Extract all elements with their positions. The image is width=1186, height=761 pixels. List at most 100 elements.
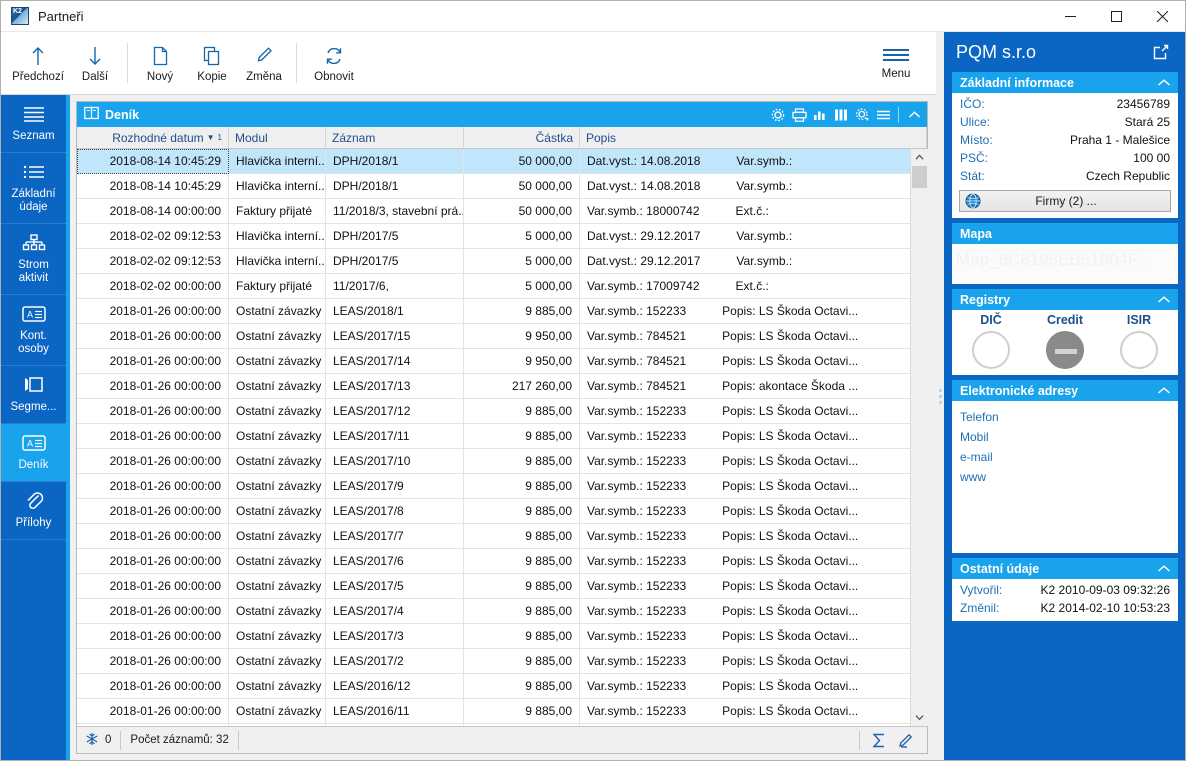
scroll-track[interactable] [911, 166, 928, 709]
chevron-up-icon[interactable] [1152, 72, 1176, 93]
new-button[interactable]: Nový [134, 34, 186, 92]
firmy-button[interactable]: Firmy (2) ... [959, 190, 1171, 212]
section-registry-header[interactable]: Registry [952, 289, 1178, 310]
filter-count: 0 [105, 734, 111, 746]
column-header-modul[interactable]: Modul [229, 127, 326, 148]
cell-popis-secondary: Popis: LS Škoda Octavi... [722, 704, 858, 718]
cell-modul: Hlavička interní... [229, 149, 326, 174]
paperclip-icon [24, 490, 44, 512]
address-www[interactable]: www [960, 467, 1170, 487]
pencil-icon[interactable] [896, 731, 914, 750]
close-button[interactable] [1139, 1, 1185, 32]
sidebar-item-denik[interactable]: A Deník [1, 424, 66, 482]
cell-castka: 9 885,00 [464, 549, 580, 574]
application-window: Partneři Předchozí [0, 0, 1186, 761]
sidebar-item-strom-aktivit[interactable]: Strom aktivit [1, 224, 66, 295]
table-row[interactable]: 2018-08-14 10:45:29Hlavička interní...DP… [77, 174, 910, 199]
section-electronic-addresses: Elektronické adresy Telefon Mobil e-mail… [952, 380, 1178, 553]
column-header-castka[interactable]: Částka [464, 127, 580, 148]
sidebar-item-zakladni-udaje[interactable]: Základní údaje [1, 153, 66, 224]
panel-splitter[interactable] [936, 32, 944, 760]
table-row[interactable]: 2018-01-26 00:00:00Ostatní závazkyLEAS/2… [77, 374, 910, 399]
registry-isir[interactable]: ISIR [1102, 313, 1176, 369]
table-row[interactable]: 2018-01-26 00:00:00Ostatní závazkyLEAS/2… [77, 699, 910, 724]
table-row[interactable]: 2018-01-26 00:00:00Ostatní závazkyLEAS/2… [77, 399, 910, 424]
cell-popis-primary: Var.symb.: 17009742 [587, 279, 700, 293]
registry-credit[interactable]: Credit [1028, 313, 1102, 369]
section-other-data-header[interactable]: Ostatní údaje [952, 558, 1178, 579]
table-row[interactable]: 2018-01-26 00:00:00Ostatní závazkyLEAS/2… [77, 524, 910, 549]
scroll-thumb[interactable] [912, 166, 927, 188]
column-header-zaznam[interactable]: Záznam [326, 127, 464, 148]
section-electronic-addresses-header[interactable]: Elektronické adresy [952, 380, 1178, 401]
chevron-up-icon[interactable] [1152, 558, 1176, 579]
table-row[interactable]: 2018-01-26 00:00:00Ostatní závazkyLEAS/2… [77, 624, 910, 649]
table-row[interactable]: 2018-02-02 00:00:00Faktury přijaté11/201… [77, 274, 910, 299]
sigma-icon[interactable] [870, 731, 888, 750]
field-label: Ulice: [960, 115, 990, 129]
chevron-up-icon[interactable] [1152, 380, 1176, 401]
chevron-up-icon[interactable] [1152, 289, 1176, 310]
section-basic-info-header[interactable]: Základní informace [952, 72, 1178, 93]
table-row[interactable]: 2018-01-26 00:00:00Ostatní závazkyLEAS/2… [77, 474, 910, 499]
cell-modul: Hlavička interní... [229, 224, 326, 249]
address-mobil[interactable]: Mobil [960, 427, 1170, 447]
table-row[interactable]: 2018-01-26 00:00:00Ostatní závazkyLEAS/2… [77, 449, 910, 474]
field-psc: PSČ: 100 00 [958, 149, 1172, 167]
menu-button[interactable]: Menu [870, 35, 922, 91]
column-header-popis[interactable]: Popis [580, 127, 927, 148]
external-link-icon[interactable] [1150, 41, 1172, 63]
bar-chart-icon[interactable] [811, 105, 829, 125]
map-preview[interactable]: Map_8C8195EB51804F... [952, 244, 1178, 284]
table-row[interactable]: 2018-01-26 00:00:00Ostatní závazkyLEAS/2… [77, 424, 910, 449]
sidebar-item-kont-osoby[interactable]: A Kont. osoby [1, 295, 66, 366]
title-bar: Partneři [1, 1, 1185, 32]
chevron-up-icon[interactable] [905, 105, 923, 125]
vertical-scrollbar[interactable] [910, 149, 927, 726]
next-button[interactable]: Další [69, 34, 121, 92]
sidebar-item-segmenty[interactable]: Segme... [1, 366, 66, 424]
cell-zaznam: DPH/2017/5 [326, 224, 464, 249]
scroll-down-button[interactable] [911, 709, 928, 726]
section-map-body[interactable]: Map_8C8195EB51804F... [952, 244, 1178, 284]
filter-status[interactable]: 0 [83, 731, 121, 750]
table-row[interactable]: 2018-01-26 00:00:00Ostatní závazkyLEAS/2… [77, 549, 910, 574]
scroll-up-button[interactable] [911, 149, 928, 166]
table-row[interactable]: 2018-08-14 10:45:29Hlavička interní...DP… [77, 149, 910, 174]
table-row[interactable]: 2018-01-26 00:00:00Ostatní závazkyLEAS/2… [77, 649, 910, 674]
table-row[interactable]: 2018-01-26 00:00:00Ostatní závazkyLEAS/2… [77, 674, 910, 699]
sidebar-item-prilohy[interactable]: Přílohy [1, 482, 66, 540]
hamburger-icon[interactable] [874, 105, 892, 125]
printer-icon[interactable] [790, 105, 808, 125]
columns-icon[interactable] [832, 105, 850, 125]
table-row[interactable]: 2018-01-26 00:00:00Ostatní závazkyLEAS/2… [77, 349, 910, 374]
table-row[interactable]: 2018-08-14 00:00:00Faktury přijaté11/201… [77, 199, 910, 224]
table-row[interactable]: 2018-01-26 00:00:00Ostatní závazkyLEAS/2… [77, 599, 910, 624]
copy-button[interactable]: Kopie [186, 34, 238, 92]
previous-button[interactable]: Předchozí [7, 34, 69, 92]
minimize-button[interactable] [1047, 1, 1093, 32]
maximize-button[interactable] [1093, 1, 1139, 32]
registry-dic[interactable]: DIČ [954, 313, 1028, 369]
table-row[interactable]: 2018-02-02 09:12:53Hlavička interní...DP… [77, 249, 910, 274]
cell-modul: Ostatní závazky [229, 649, 326, 674]
table-row[interactable]: 2018-01-26 00:00:00Ostatní závazkyLEAS/2… [77, 324, 910, 349]
cell-popis-primary: Var.symb.: 152233 [587, 404, 686, 418]
table-row[interactable]: 2018-01-26 00:00:00Ostatní závazkyLEAS/2… [77, 574, 910, 599]
table-row[interactable]: 2018-02-02 09:12:53Hlavička interní...DP… [77, 224, 910, 249]
arrow-down-icon [87, 44, 103, 68]
address-email[interactable]: e-mail [960, 447, 1170, 467]
column-header-rozhodne-datum[interactable]: Rozhodné datum ▼ 1 [77, 127, 229, 148]
section-map: Mapa Map_8C8195EB51804F... [952, 223, 1178, 284]
sidebar-item-seznam[interactable]: Seznam [1, 95, 66, 153]
cell-rozhodne-datum: 2018-01-26 00:00:00 [77, 449, 229, 474]
section-map-header[interactable]: Mapa [952, 223, 1178, 244]
change-button[interactable]: Změna [238, 34, 290, 92]
refresh-button[interactable]: Obnovit [303, 34, 365, 92]
address-telefon[interactable]: Telefon [960, 407, 1170, 427]
table-row[interactable]: 2018-01-26 00:00:00Ostatní závazkyLEAS/2… [77, 299, 910, 324]
gear-dropdown-icon[interactable] [853, 105, 871, 125]
table-row[interactable]: 2018-01-26 00:00:00Ostatní závazkyLEAS/2… [77, 499, 910, 524]
gear-icon[interactable] [769, 105, 787, 125]
cell-castka: 5 000,00 [464, 249, 580, 274]
